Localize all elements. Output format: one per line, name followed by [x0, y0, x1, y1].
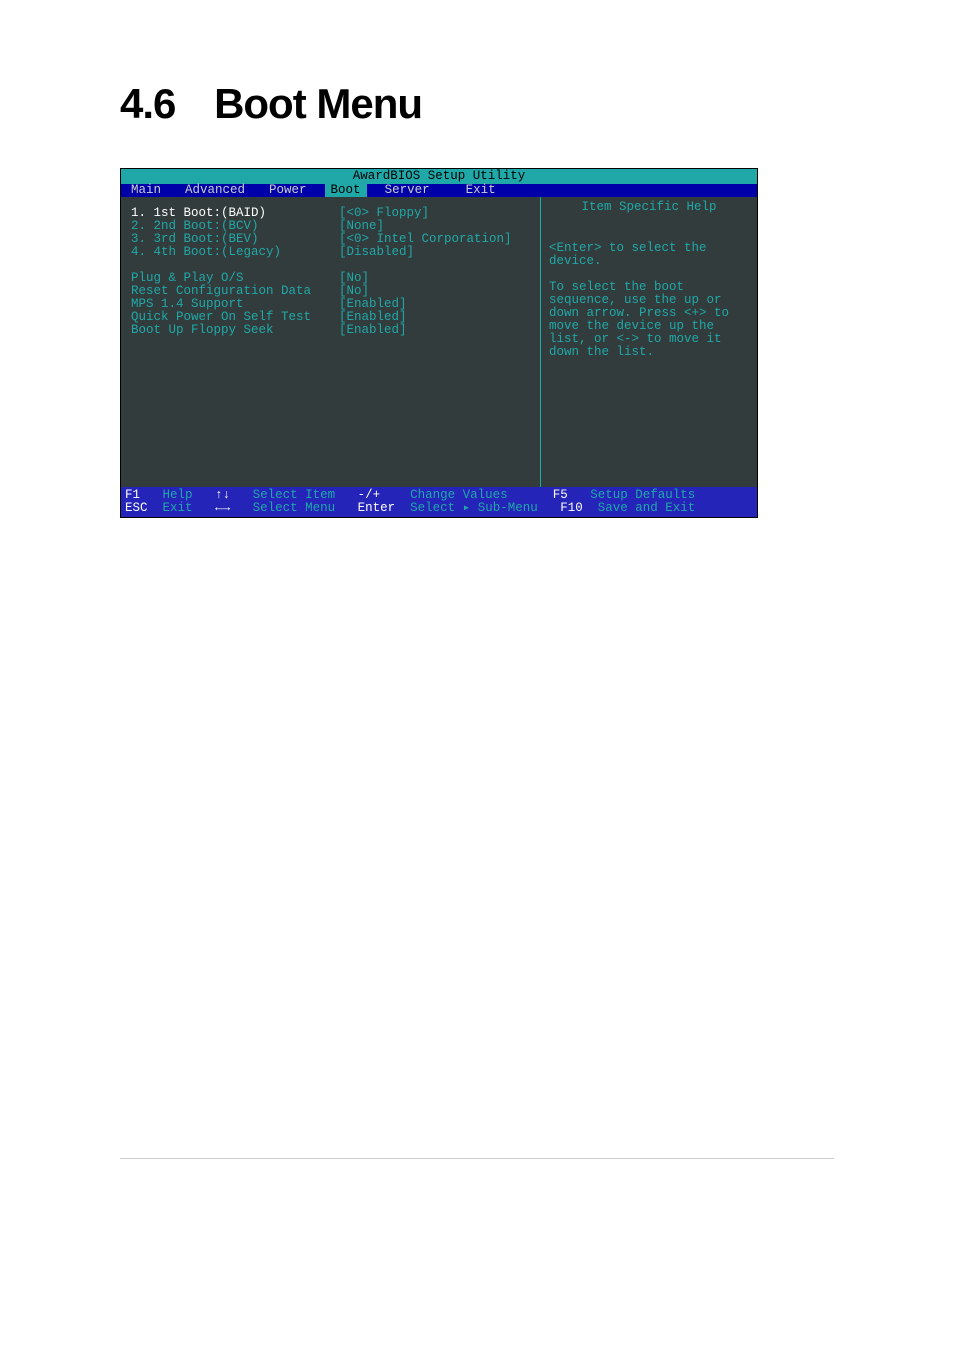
bios-menu-bar: Main Advanced Power Boot Server Exit [121, 184, 757, 197]
footer-action: Setup Defaults [590, 488, 695, 502]
help-body: <Enter> to select the device. To select … [549, 242, 749, 359]
menu-exit[interactable]: Exit [460, 184, 502, 197]
footer-key: F1 [125, 488, 140, 502]
bios-title-bar: AwardBIOS Setup Utility [121, 169, 757, 184]
menu-main[interactable]: Main [125, 184, 167, 197]
footer-key: ←→ [215, 501, 230, 515]
menu-power[interactable]: Power [263, 184, 313, 197]
footer-key: F5 [553, 488, 568, 502]
footer-action: Change Values [410, 488, 508, 502]
setting-label: 4. 4th Boot:(Legacy) [131, 246, 339, 259]
bios-footer: F1 Help ↑↓ Select Item -/+ Change Values… [121, 487, 757, 517]
footer-key: ↑↓ [215, 488, 230, 502]
menu-advanced[interactable]: Advanced [179, 184, 251, 197]
help-pane: Item Specific Help <Enter> to select the… [541, 197, 757, 487]
footer-action: Select Menu [253, 501, 336, 515]
page-footer-rule [120, 1158, 834, 1159]
section-number: 4.6 [120, 80, 175, 127]
footer-key: ESC [125, 501, 148, 515]
section-title: Boot Menu [214, 80, 422, 127]
help-title: Item Specific Help [549, 201, 749, 214]
footer-key: F10 [560, 501, 583, 515]
setting-value: [Enabled] [339, 324, 540, 337]
boot-order-row[interactable]: 4. 4th Boot:(Legacy) [Disabled] [131, 246, 540, 259]
setting-label: Boot Up Floppy Seek [131, 324, 339, 337]
option-row[interactable]: Boot Up Floppy Seek [Enabled] [131, 324, 540, 337]
setting-value: [Disabled] [339, 246, 540, 259]
footer-key: -/+ [358, 488, 381, 502]
footer-action: Help [163, 488, 193, 502]
settings-pane: 1. 1st Boot:(BAID) [<0> Floppy] 2. 2nd B… [121, 197, 541, 487]
setting-value: [No] [339, 272, 540, 285]
footer-action: Select ▸ Sub-Menu [410, 501, 538, 515]
footer-key: Enter [358, 501, 396, 515]
section-heading: 4.6 Boot Menu [120, 80, 834, 128]
footer-action: Save and Exit [598, 501, 696, 515]
menu-boot[interactable]: Boot [325, 184, 367, 197]
footer-action: Select Item [253, 488, 336, 502]
footer-action: Exit [163, 501, 193, 515]
bios-window: AwardBIOS Setup Utility Main Advanced Po… [120, 168, 758, 518]
menu-server[interactable]: Server [379, 184, 436, 197]
